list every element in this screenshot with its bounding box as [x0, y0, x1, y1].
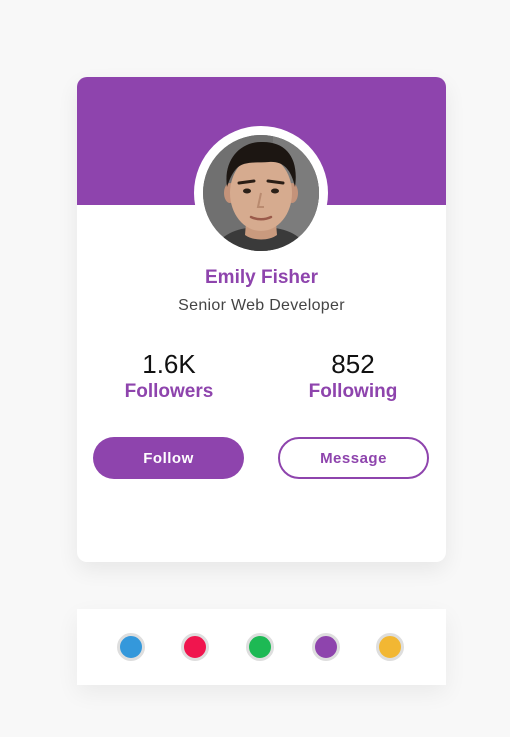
- profile-name: Emily Fisher: [205, 267, 318, 288]
- followers-stat: 1.6K Followers: [84, 349, 254, 405]
- profile-card: Emily Fisher Senior Web Developer 1.6K F…: [77, 77, 446, 562]
- avatar: [203, 135, 319, 251]
- message-button[interactable]: Message: [278, 437, 429, 479]
- avatar-ring: [194, 126, 328, 260]
- color-swatch-blue[interactable]: [117, 633, 145, 661]
- follow-button[interactable]: Follow: [93, 437, 244, 479]
- color-swatch-pink[interactable]: [181, 633, 209, 661]
- color-swatch-green[interactable]: [246, 633, 274, 661]
- color-swatch-purple[interactable]: [312, 633, 340, 661]
- followers-count: 1.6K: [142, 349, 196, 379]
- followers-label: Followers: [124, 381, 214, 402]
- avatar-photo: [203, 135, 319, 251]
- color-switcher: [77, 609, 446, 685]
- following-count: 852: [331, 349, 375, 379]
- color-swatch-yellow[interactable]: [376, 633, 404, 661]
- following-label: Following: [308, 381, 398, 402]
- profile-title: Senior Web Developer: [178, 297, 345, 314]
- following-stat: 852 Following: [268, 349, 438, 405]
